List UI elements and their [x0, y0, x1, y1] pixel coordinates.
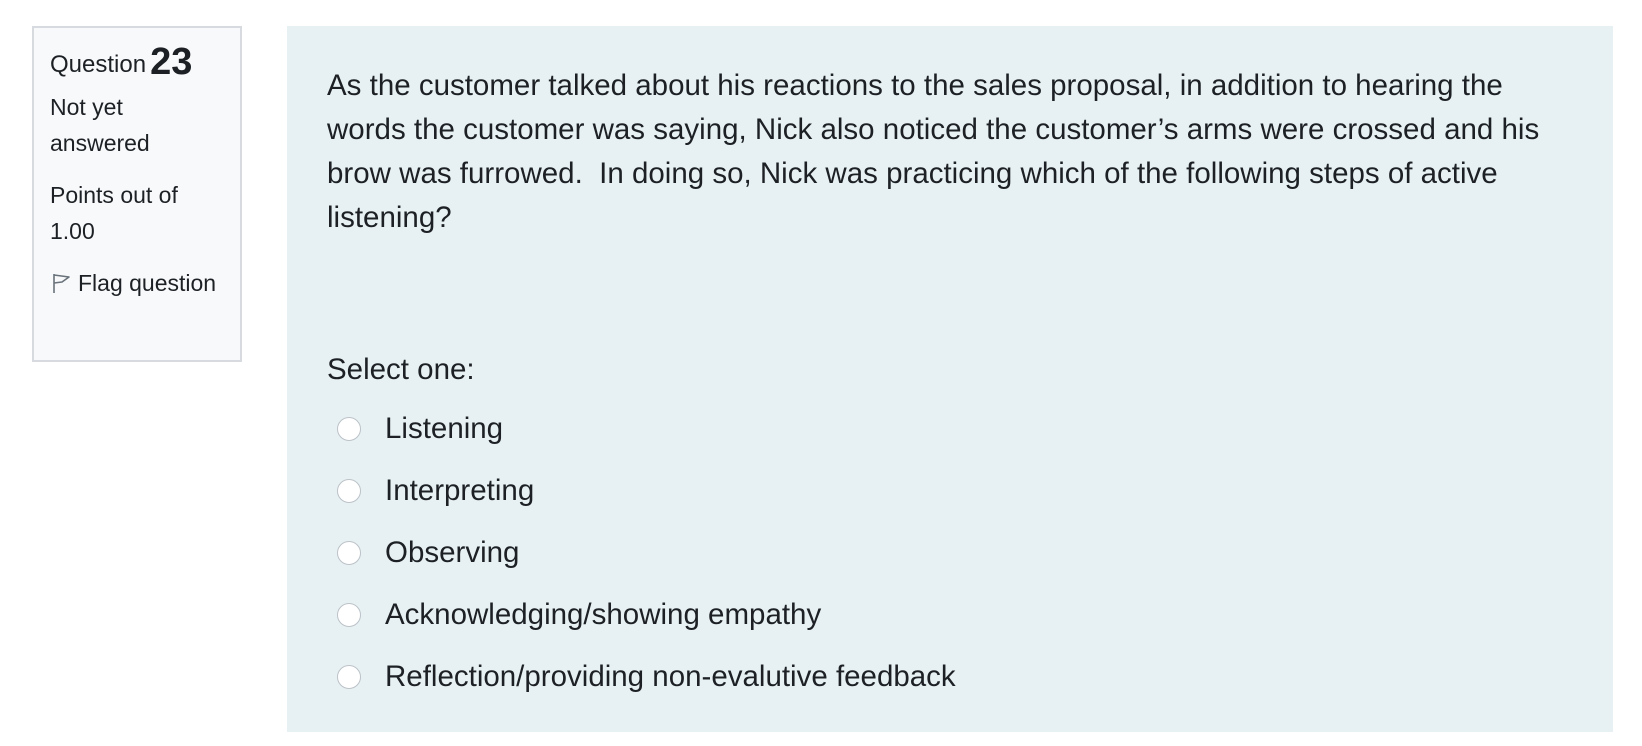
answer-label[interactable]: Listening [385, 409, 503, 449]
question-label: Question [50, 51, 147, 78]
select-one-prompt: Select one: [327, 353, 475, 386]
answer-options: Listening Interpreting Observing Acknowl… [327, 398, 1573, 708]
answer-option[interactable]: Acknowledging/showing empathy [327, 584, 1573, 646]
radio-button[interactable] [337, 417, 361, 441]
answer-label[interactable]: Acknowledging/showing empathy [385, 595, 821, 635]
question-content: As the customer talked about his reactio… [287, 26, 1613, 732]
question-number-heading: Question 23 [50, 42, 224, 85]
question-points: Points out of 1.00 [50, 182, 178, 244]
answer-label[interactable]: Interpreting [385, 471, 534, 511]
radio-button[interactable] [337, 665, 361, 689]
radio-button[interactable] [337, 541, 361, 565]
radio-button[interactable] [337, 603, 361, 627]
quiz-page: Question 23 Not yet answered Points out o… [0, 0, 1642, 746]
flag-icon [50, 269, 74, 293]
flag-question-button[interactable]: Flag question [50, 265, 224, 301]
radio-button[interactable] [337, 479, 361, 503]
question-number: 23 [150, 41, 193, 83]
answer-option[interactable]: Listening [327, 398, 1573, 460]
question-text: As the customer talked about his reactio… [327, 69, 1548, 234]
answer-option[interactable]: Interpreting [327, 460, 1573, 522]
answer-option[interactable]: Observing [327, 522, 1573, 584]
answer-label[interactable]: Reflection/providing non-evalutive feedb… [385, 657, 956, 697]
answer-option[interactable]: Reflection/providing non-evalutive feedb… [327, 646, 1573, 708]
question-info-panel: Question 23 Not yet answered Points out o… [32, 26, 242, 362]
answer-label[interactable]: Observing [385, 533, 519, 573]
question-status: Not yet answered [50, 94, 150, 156]
flag-question-label: Flag question [78, 270, 217, 296]
